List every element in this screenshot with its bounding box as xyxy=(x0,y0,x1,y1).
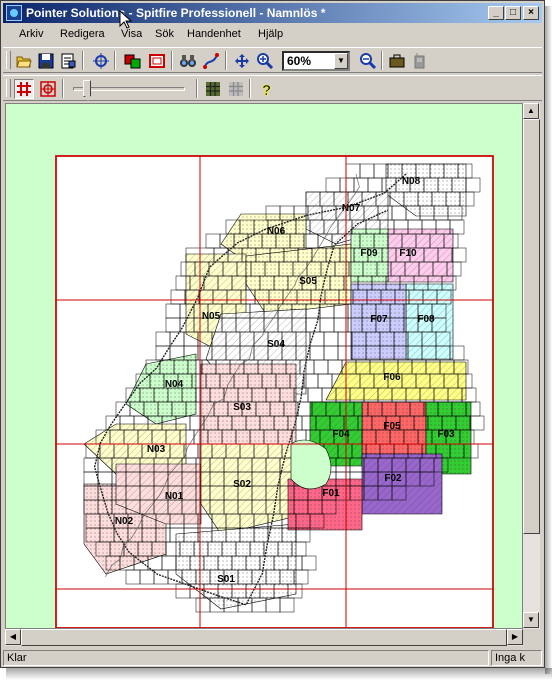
tile-grid-icon[interactable] xyxy=(203,79,223,99)
menu-bar: Arkiv Redigera Visa Sök Handenhet Hjälp xyxy=(3,25,542,45)
menu-handenhet[interactable]: Handenhet xyxy=(187,28,241,40)
toolbar-separator xyxy=(171,51,173,70)
scroll-down-button[interactable]: ▼ xyxy=(523,612,539,628)
toolbar-separator xyxy=(249,79,251,98)
toolbar-separator xyxy=(62,79,64,98)
svg-text:?: ? xyxy=(262,82,271,97)
route-curve-icon[interactable] xyxy=(201,51,221,71)
tile-grid-disabled-icon[interactable] xyxy=(226,79,246,99)
horizontal-scroll-thumb[interactable] xyxy=(21,629,507,646)
target-grid-icon[interactable] xyxy=(38,79,58,99)
toolbar-separator xyxy=(82,51,84,70)
map-region-label: F09 xyxy=(360,248,378,259)
menu-arkiv[interactable]: Arkiv xyxy=(19,28,43,40)
window-title: Pointer Solutions - Spitfire Professione… xyxy=(26,6,325,20)
move-arrows-icon[interactable] xyxy=(232,51,252,71)
help-icon[interactable]: ? xyxy=(256,79,276,99)
map-region-label: F07 xyxy=(370,314,388,325)
grid-icon[interactable] xyxy=(14,79,34,99)
app-icon[interactable] xyxy=(6,5,22,21)
slider-thumb[interactable] xyxy=(83,80,91,97)
map-region-label: F04 xyxy=(332,429,350,440)
map-region-label: F06 xyxy=(383,372,401,383)
toolbar-grip[interactable] xyxy=(6,79,11,97)
map-region-label: N04 xyxy=(165,379,184,390)
layers-icon[interactable] xyxy=(123,51,143,71)
status-device: Inga k xyxy=(491,650,542,666)
map-region-label: N02 xyxy=(115,516,134,527)
minimize-button[interactable]: _ xyxy=(488,6,504,20)
map-region-label: N07 xyxy=(342,203,361,214)
zoom-select[interactable]: 60% ▼ xyxy=(282,51,350,71)
menu-sok[interactable]: Sök xyxy=(155,28,174,40)
vertical-scrollbar[interactable]: ▲ ▼ xyxy=(523,103,540,629)
title-bar[interactable]: Pointer Solutions - Spitfire Professione… xyxy=(3,3,542,23)
map-region-label: F01 xyxy=(322,488,340,499)
map-region-label: F08 xyxy=(417,314,435,325)
map-region-label: N01 xyxy=(165,491,184,502)
map-view[interactable]: N08 N07 N06 N05 N04 N03 N02 N01 S05 S04 S03 S02 S01 F… xyxy=(5,103,523,629)
properties-icon[interactable] xyxy=(58,51,78,71)
window-frame-icon[interactable] xyxy=(147,51,167,71)
menu-hjalp[interactable]: Hjälp xyxy=(258,28,283,40)
binoculars-icon[interactable] xyxy=(178,51,198,71)
map-region-label: S03 xyxy=(233,402,251,413)
map-region-label: S01 xyxy=(217,574,235,585)
map-region-label: N08 xyxy=(402,176,421,187)
map-region-label: S04 xyxy=(267,339,285,350)
scroll-left-button[interactable]: ◀ xyxy=(5,629,21,645)
close-button[interactable]: × xyxy=(523,6,539,20)
crosshair-target-icon[interactable] xyxy=(91,51,111,71)
status-text: Klar xyxy=(3,650,489,666)
open-folder-icon[interactable] xyxy=(14,51,34,71)
briefcase-icon[interactable] xyxy=(387,51,407,71)
vertical-scroll-thumb[interactable] xyxy=(523,119,540,534)
map-canvas[interactable]: N08 N07 N06 N05 N04 N03 N02 N01 S05 S04 S03 S02 S01 F… xyxy=(6,104,522,628)
toolbar-grip[interactable] xyxy=(6,51,11,69)
region-texture xyxy=(388,229,453,282)
zoom-in-icon[interactable] xyxy=(255,51,275,71)
map-region-label: N06 xyxy=(267,226,286,237)
scroll-right-button[interactable]: ▶ xyxy=(507,629,523,645)
toolbar-separator xyxy=(381,51,383,70)
toolbar-separator xyxy=(225,51,227,70)
menu-redigera[interactable]: Redigera xyxy=(60,28,105,40)
save-disk-icon[interactable] xyxy=(36,51,56,71)
mouse-cursor-icon xyxy=(119,10,133,30)
map-region-label: F02 xyxy=(384,473,402,484)
chevron-down-icon[interactable]: ▼ xyxy=(334,53,348,69)
status-bar: Klar Inga k xyxy=(3,649,542,667)
map-region-label: F10 xyxy=(399,248,417,259)
zoom-value: 60% xyxy=(287,54,311,68)
app-window: Pointer Solutions - Spitfire Professione… xyxy=(0,0,545,668)
secondary-toolbar: ? xyxy=(3,75,542,101)
zoom-out-icon[interactable] xyxy=(358,51,378,71)
maximize-button[interactable]: □ xyxy=(505,6,521,20)
scroll-corner xyxy=(523,629,540,646)
region-texture xyxy=(288,479,362,530)
region-texture xyxy=(362,454,442,514)
main-toolbar: 60% ▼ xyxy=(3,47,542,73)
map-region-label: N05 xyxy=(202,311,221,322)
map-region-label: S02 xyxy=(233,479,251,490)
toolbar-separator xyxy=(114,51,116,70)
horizontal-scrollbar[interactable]: ◀ ▶ xyxy=(5,629,523,646)
scroll-up-button[interactable]: ▲ xyxy=(523,103,539,119)
map-region-label: S05 xyxy=(299,276,317,287)
map-region-label: F03 xyxy=(437,429,455,440)
gps-device-icon[interactable] xyxy=(409,51,429,71)
toolbar-separator xyxy=(196,79,198,98)
map-region-label: F05 xyxy=(383,421,401,432)
map-region-label: N03 xyxy=(147,444,166,455)
